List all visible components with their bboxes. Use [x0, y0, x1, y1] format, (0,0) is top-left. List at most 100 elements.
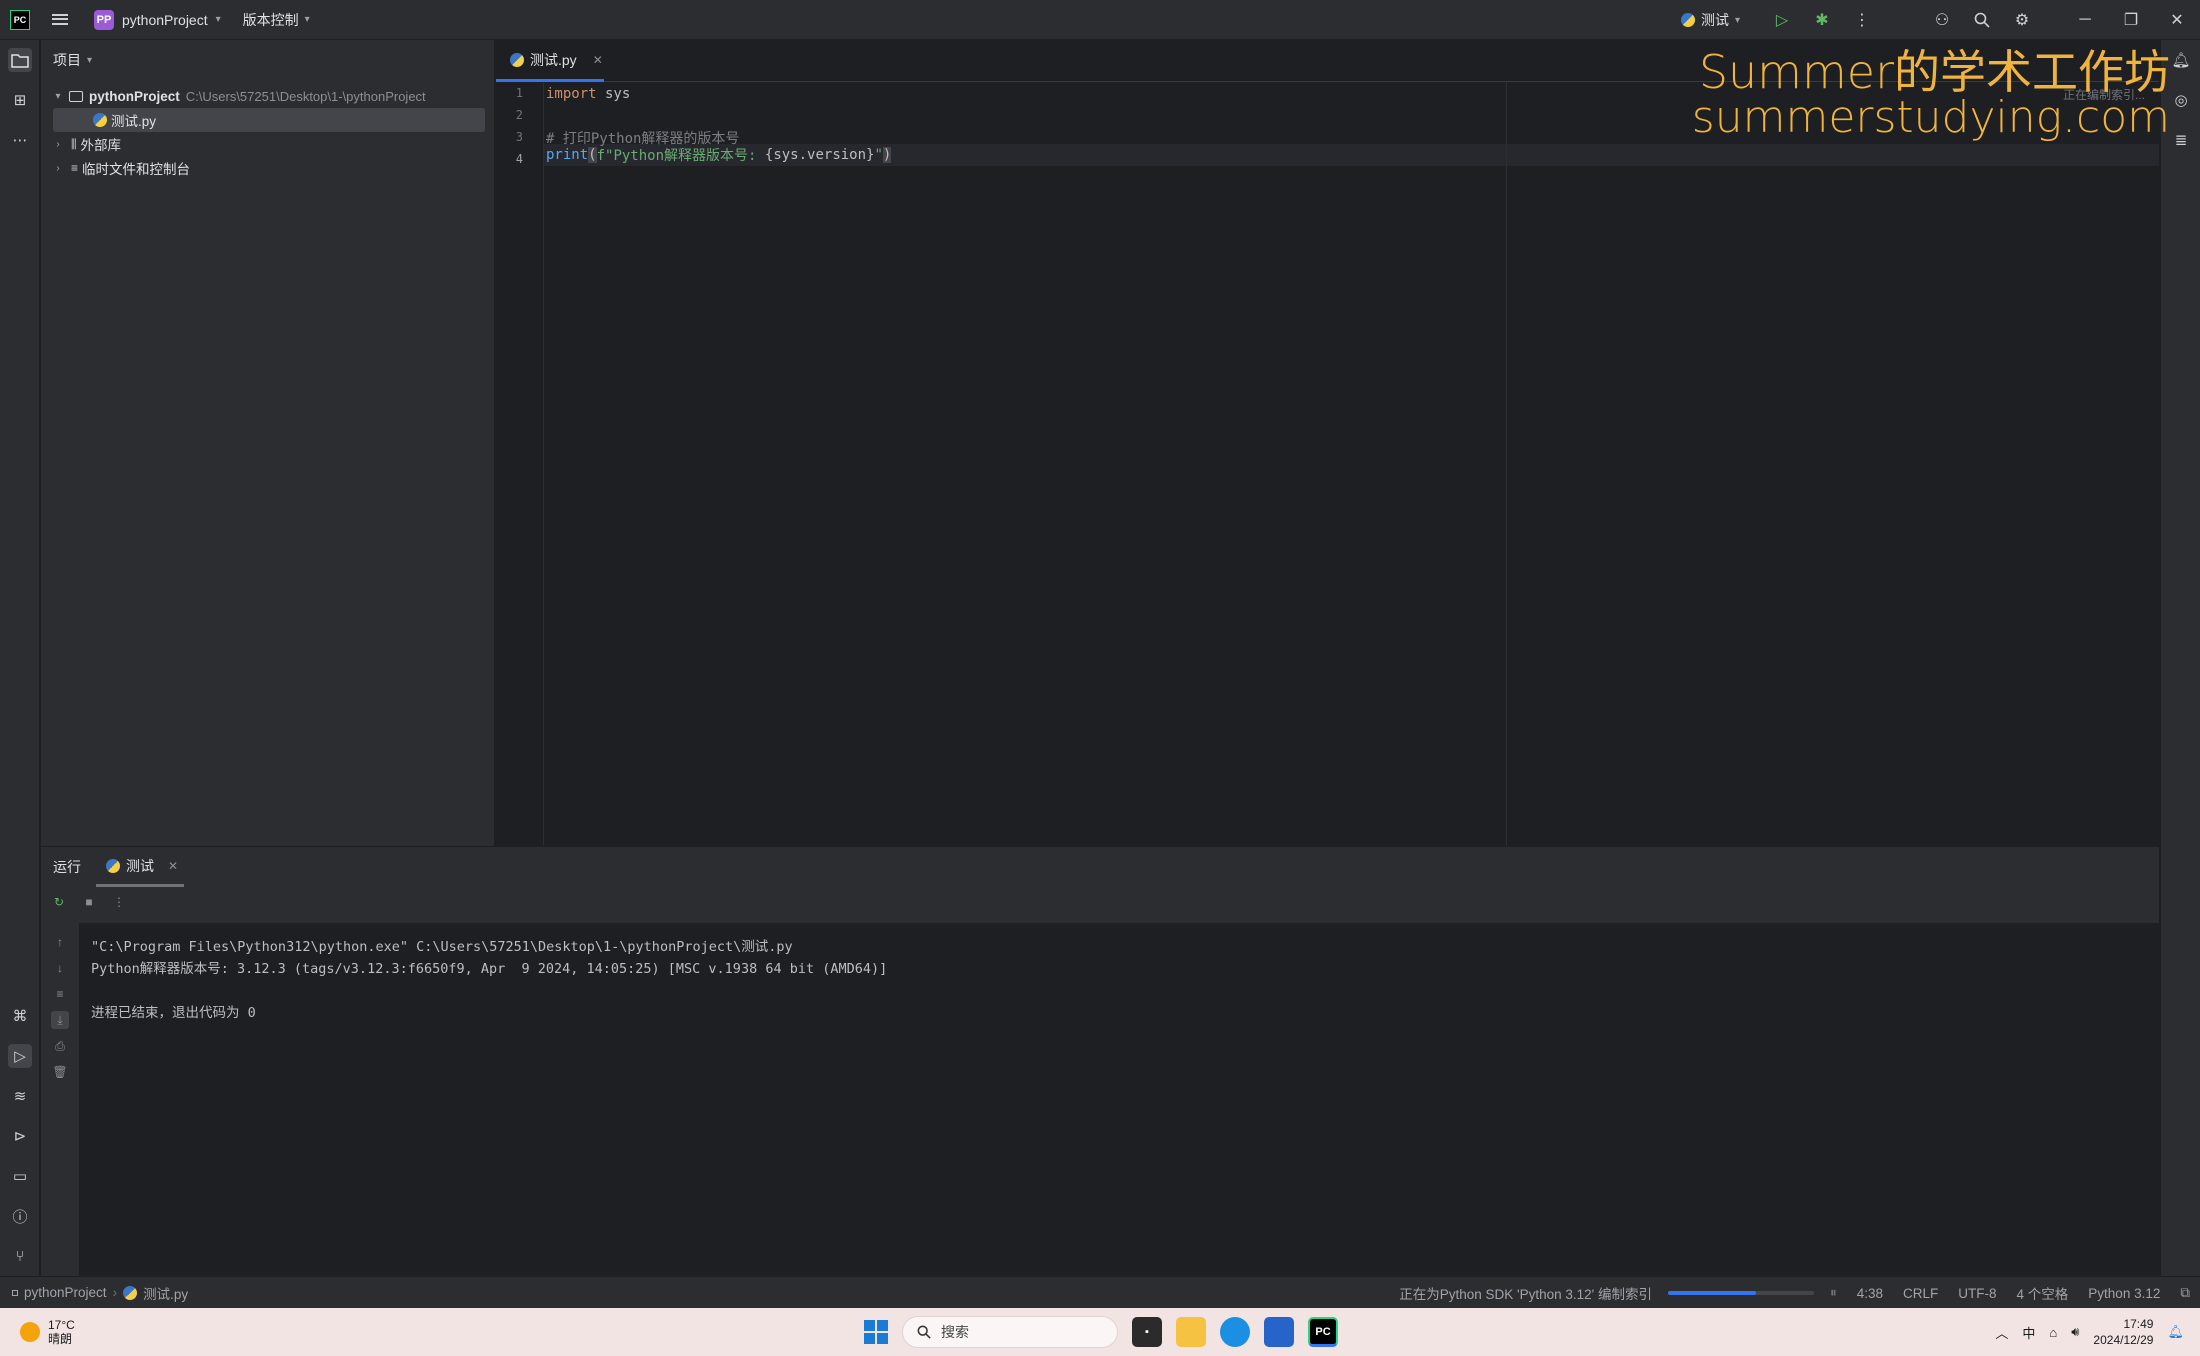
scroll-up-icon[interactable]: ↑ — [51, 933, 69, 951]
notifications-bell-icon[interactable]: 🔔︎ — [2169, 48, 2193, 72]
right-tool-stripe: 🔔︎ ◎ ≣ — [2160, 40, 2200, 1276]
notification-bell-icon[interactable]: 🔔︎ — [2167, 1324, 2184, 1340]
tray-overflow-icon[interactable]: ︿ — [1995, 1323, 2008, 1342]
tree-external-libs-row[interactable]: › ⫼ 外部库 — [51, 132, 121, 156]
debug-icon[interactable]: ✱ — [1812, 10, 1832, 30]
string-end: " — [874, 147, 883, 163]
temperature: 17°C — [48, 1318, 75, 1332]
line-separator[interactable]: CRLF — [1903, 1286, 1938, 1301]
interpreter-selector[interactable]: Python 3.12 — [2088, 1286, 2160, 1301]
external-libs-label: 外部库 — [80, 138, 122, 153]
chevron-right-icon[interactable]: › — [51, 139, 65, 150]
minimize-button[interactable]: ─ — [2062, 0, 2108, 40]
scroll-down-icon[interactable]: ↓ — [51, 959, 69, 977]
breadcrumb-project[interactable]: pythonProject — [24, 1285, 107, 1300]
indent-setting[interactable]: 4 个空格 — [2017, 1283, 2069, 1303]
sun-weather-icon — [20, 1322, 40, 1342]
file-explorer-icon[interactable] — [1176, 1317, 1206, 1347]
breadcrumb-file[interactable]: 测试.py — [143, 1283, 188, 1303]
pycharm-taskbar-icon[interactable]: PC — [1308, 1317, 1338, 1347]
console-output[interactable]: "C:\Program Files\Python312\python.exe" … — [79, 923, 2159, 1277]
system-clock[interactable]: 17:49 2024/12/29 — [2093, 1316, 2153, 1348]
network-icon[interactable]: ⌂ — [2049, 1325, 2057, 1340]
python-file-icon — [510, 52, 524, 67]
run-panel-header: 运行 测试 ✕ — [41, 847, 2159, 887]
indexing-progress-fill — [1667, 1291, 1756, 1295]
problems-icon[interactable]: ⓘ — [8, 1204, 32, 1228]
close-tab-icon[interactable]: ✕ — [593, 53, 603, 67]
store-icon[interactable] — [1264, 1317, 1294, 1347]
clear-trash-icon[interactable]: 🗑︎ — [51, 1063, 69, 1081]
code-line-4: print(f"Python解释器版本号: {sys.version} ") — [546, 144, 892, 166]
restore-button[interactable]: ❐ — [2108, 0, 2154, 40]
ai-assistant-icon[interactable]: ◎ — [2169, 88, 2193, 112]
scratches-label: 临时文件和控制台 — [82, 162, 191, 177]
tree-scratches-row[interactable]: › ≡ 临时文件和控制台 — [51, 156, 190, 180]
search-icon[interactable] — [1972, 10, 1992, 30]
more-tools-icon[interactable]: ⋯ — [8, 128, 32, 152]
python-packages-icon[interactable]: ⌘ — [8, 1004, 32, 1028]
project-name: pythonProject — [122, 11, 208, 28]
pycharm-logo-icon: PC — [10, 9, 30, 30]
services-icon[interactable]: ⊳ — [8, 1124, 32, 1148]
editor-tab-active[interactable]: 测试.py ✕ — [496, 40, 604, 82]
database-icon[interactable]: ≣ — [2169, 128, 2193, 152]
cursor-position[interactable]: 4:38 — [1857, 1286, 1883, 1301]
more-options-icon[interactable]: ⋮ — [1852, 10, 1872, 30]
git-branch-icon[interactable]: ⑂ — [8, 1244, 32, 1268]
main-menu-button[interactable] — [50, 10, 70, 30]
windows-start-icon[interactable] — [864, 1320, 888, 1344]
python-file-icon — [123, 1285, 138, 1300]
clock-date: 2024/12/29 — [2093, 1333, 2154, 1347]
run-tool-icon[interactable]: ▷ — [8, 1044, 32, 1068]
ime-indicator[interactable]: 中 — [2022, 1323, 2035, 1342]
clock-time: 17:49 — [2123, 1317, 2154, 1331]
run-tab[interactable]: 测试 ✕ — [96, 847, 184, 887]
keyword: import — [546, 86, 597, 102]
taskbar-search[interactable]: 搜索 — [902, 1316, 1118, 1348]
run-tab-label: 测试 — [126, 857, 154, 874]
weather-widget[interactable]: 17°C 晴朗 — [20, 1318, 75, 1346]
task-view-icon[interactable]: ▪ — [1132, 1317, 1162, 1347]
close-window-button[interactable]: ✕ — [2154, 0, 2200, 40]
console-line: Python解释器版本号: 3.12.3 (tags/v3.12.3:f6650… — [91, 961, 888, 977]
close-tab-icon[interactable]: ✕ — [168, 859, 178, 873]
terminal-icon[interactable]: ▭ — [8, 1164, 32, 1188]
chevron-down-icon[interactable]: ▾ — [51, 91, 65, 102]
stop-icon[interactable]: ■ — [81, 894, 97, 910]
scroll-to-end-icon[interactable]: ⤓ — [51, 1011, 69, 1029]
vcs-menu[interactable]: 版本控制 ▾ — [243, 10, 310, 30]
tree-file-row[interactable]: 测试.py — [53, 108, 485, 132]
right-margin-guide — [1506, 82, 1507, 846]
chevron-down-icon: ▾ — [304, 14, 310, 25]
vcs-label: 版本控制 — [242, 11, 299, 28]
library-icon: ⫼ — [71, 136, 77, 151]
project-panel-header[interactable]: 项目 ▾ — [41, 40, 494, 80]
rerun-icon[interactable]: ↻ — [51, 894, 67, 910]
project-tool-folder-icon[interactable] — [8, 48, 32, 72]
paren-close: ) — [882, 147, 892, 163]
run-config-label: 测试 — [1700, 12, 1729, 28]
run-icon[interactable]: ▷ — [1772, 10, 1792, 30]
layers-icon[interactable]: ≋ — [8, 1084, 32, 1108]
settings-gear-icon[interactable]: ⚙ — [2012, 10, 2032, 30]
folder-icon — [69, 90, 83, 102]
code-with-me-icon[interactable]: ⚇ — [1932, 10, 1952, 30]
soft-wrap-icon[interactable]: ≡ — [51, 985, 69, 1003]
print-icon[interactable]: ⎙ — [51, 1037, 69, 1055]
tree-root-row[interactable]: ▾ pythonProject C:\Users\57251\Desktop\1… — [51, 84, 491, 108]
editor[interactable]: 测试.py ✕ 正在编制索引... 1 2 3 4 import sys # 打… — [496, 40, 2159, 846]
run-toolbar: ↻ ■ ⋮ — [41, 887, 2159, 917]
volume-icon[interactable]: 🔊︎ — [2071, 1324, 2079, 1340]
readonly-lock-icon[interactable]: ⧉ — [2180, 1285, 2190, 1301]
more-options-icon[interactable]: ⋮ — [111, 894, 127, 910]
file-encoding[interactable]: UTF-8 — [1958, 1286, 1996, 1301]
pause-indexing-icon[interactable]: ⏸ — [1830, 1285, 1837, 1301]
edge-browser-icon[interactable] — [1220, 1317, 1250, 1347]
structure-icon[interactable]: ⊞ — [8, 88, 32, 112]
indexing-status[interactable]: 正在为Python SDK 'Python 3.12' 编制索引 — [1399, 1283, 1652, 1303]
chevron-right-icon[interactable]: › — [51, 163, 65, 174]
project-switcher[interactable]: PP pythonProject ▾ — [94, 9, 221, 30]
project-panel: 项目 ▾ ▾ pythonProject C:\Users\57251\Desk… — [41, 40, 495, 846]
run-config-selector[interactable]: 测试 ▾ — [1680, 10, 1740, 30]
